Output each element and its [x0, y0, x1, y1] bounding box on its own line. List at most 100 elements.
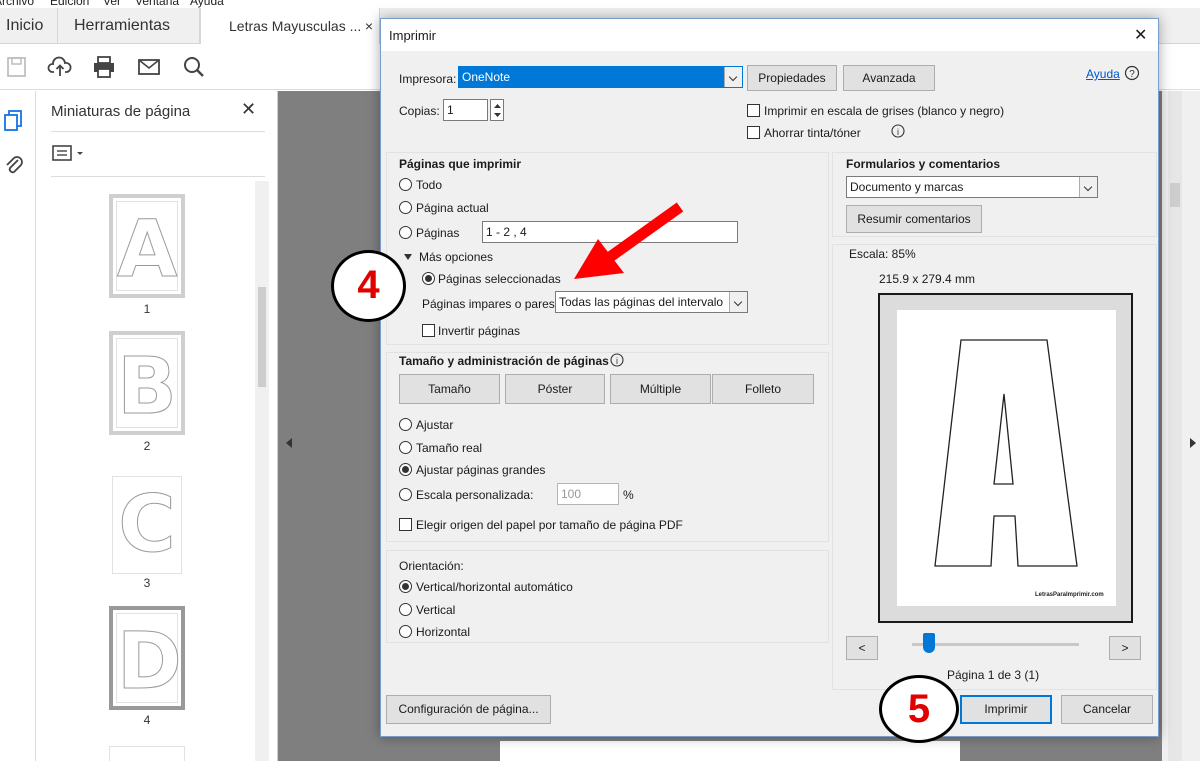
- email-icon[interactable]: [136, 55, 162, 79]
- help-link[interactable]: Ayuda: [1086, 67, 1120, 81]
- chevron-down-icon: [729, 292, 747, 312]
- grayscale-checkbox[interactable]: [747, 104, 760, 117]
- thumbnail-letter: A: [117, 205, 178, 296]
- tab-multiple[interactable]: Múltiple: [610, 374, 711, 404]
- custom-scale-input[interactable]: 100: [557, 483, 619, 505]
- radio-shrink-label: Ajustar páginas grandes: [416, 463, 546, 477]
- thumbnail-page-3[interactable]: C: [109, 473, 185, 577]
- tab-booklet[interactable]: Folleto: [712, 374, 814, 404]
- info-icon[interactable]: i: [610, 353, 624, 367]
- save-ink-label: Ahorrar tinta/tóner: [764, 126, 861, 140]
- scrollbar-thumb[interactable]: [258, 287, 266, 387]
- more-options-label[interactable]: Más opciones: [419, 250, 493, 264]
- copies-stepper[interactable]: [490, 99, 504, 121]
- page-setup-button[interactable]: Configuración de página...: [386, 695, 551, 724]
- tab-herramientas[interactable]: Herramientas: [58, 8, 200, 44]
- radio-auto-orientation-label: Vertical/horizontal automático: [416, 580, 573, 594]
- expand-right-icon[interactable]: [1188, 436, 1198, 450]
- advanced-button[interactable]: Avanzada: [843, 65, 935, 91]
- svg-text:i: i: [616, 356, 618, 366]
- collapse-triangle-icon[interactable]: [403, 253, 413, 261]
- comments-select[interactable]: Documento y marcas: [846, 176, 1098, 198]
- radio-all[interactable]: [399, 178, 412, 191]
- radio-shrink[interactable]: [399, 463, 412, 476]
- menu-ver[interactable]: Ver: [103, 0, 121, 8]
- collapse-left-icon[interactable]: [284, 436, 294, 450]
- tab-size[interactable]: Tamaño: [399, 374, 500, 404]
- thumbnail-page-5[interactable]: [109, 746, 185, 761]
- radio-fit[interactable]: [399, 418, 412, 431]
- preview-page: LetrasParaImprimir.com: [897, 310, 1116, 606]
- grayscale-label: Imprimir en escala de grises (blanco y n…: [764, 104, 1005, 118]
- svg-text:?: ?: [1129, 69, 1135, 80]
- copies-input[interactable]: 1: [443, 99, 488, 121]
- menu-ayuda[interactable]: Ayuda: [190, 0, 224, 8]
- radio-actual-size-label: Tamaño real: [416, 441, 483, 455]
- radio-current[interactable]: [399, 201, 412, 214]
- thumbnail-letter: C: [118, 480, 176, 571]
- print-icon[interactable]: [91, 55, 117, 79]
- search-icon[interactable]: [181, 55, 207, 79]
- page-thumbnails-icon[interactable]: [3, 109, 25, 133]
- attachment-icon[interactable]: [3, 153, 25, 177]
- tab-document[interactable]: Letras Mayusculas ... ×: [200, 8, 380, 44]
- thumbnail-page-1[interactable]: A: [109, 194, 185, 298]
- radio-pages[interactable]: [399, 226, 412, 239]
- radio-current-label: Página actual: [416, 201, 489, 215]
- properties-button[interactable]: Propiedades: [747, 65, 837, 91]
- chevron-down-icon[interactable]: [493, 112, 502, 119]
- radio-selected-pages[interactable]: [422, 272, 435, 285]
- orientation-title: Orientación:: [399, 559, 464, 573]
- menu-edicion[interactable]: Edición: [50, 0, 89, 8]
- document-page-edge: [500, 741, 960, 761]
- save-ink-checkbox[interactable]: [747, 126, 760, 139]
- radio-landscape[interactable]: [399, 625, 412, 638]
- tab-poster[interactable]: Póster: [505, 374, 605, 404]
- radio-all-label: Todo: [416, 178, 443, 192]
- help-icon[interactable]: ?: [1124, 65, 1140, 81]
- chevron-up-icon[interactable]: [493, 102, 502, 109]
- thumbnail-options-icon[interactable]: [51, 143, 87, 163]
- reverse-pages-checkbox[interactable]: [422, 324, 435, 337]
- preview-slider-track[interactable]: [912, 643, 1079, 646]
- radio-custom-scale[interactable]: [399, 488, 412, 501]
- preview-next-button[interactable]: >: [1109, 636, 1141, 660]
- thumbnail-page-4[interactable]: D: [109, 606, 185, 710]
- print-button[interactable]: Imprimir: [960, 695, 1052, 724]
- save-icon[interactable]: [4, 55, 30, 79]
- document-scrollbar[interactable]: [1168, 91, 1182, 761]
- upload-cloud-icon[interactable]: [47, 55, 73, 79]
- divider: [51, 176, 265, 177]
- scrollbar-thumb[interactable]: [1170, 183, 1180, 207]
- radio-auto-orientation[interactable]: [399, 580, 412, 593]
- paper-source-checkbox[interactable]: [399, 518, 412, 531]
- tab-inicio[interactable]: Inicio: [0, 8, 58, 44]
- comments-value: Documento y marcas: [850, 180, 964, 194]
- radio-actual-size[interactable]: [399, 441, 412, 454]
- thumbnails-close-icon[interactable]: ✕: [241, 99, 256, 120]
- chevron-down-icon: [1079, 177, 1097, 197]
- odd-even-value: Todas las páginas del intervalo: [559, 295, 724, 309]
- tab-document-label: Letras Mayusculas ...: [229, 18, 362, 34]
- menu-ventana[interactable]: Ventana: [135, 0, 179, 8]
- odd-even-label: Páginas impares o pares: [422, 297, 555, 311]
- print-dialog: Imprimir ✕ Impresora: OneNote Propiedade…: [380, 18, 1159, 737]
- summarize-comments-button[interactable]: Resumir comentarios: [846, 205, 982, 233]
- thumbnails-scrollbar[interactable]: [255, 181, 269, 761]
- chevron-down-icon: [724, 67, 742, 87]
- printer-select[interactable]: OneNote: [458, 66, 743, 88]
- step-5-badge: 5: [879, 675, 959, 743]
- tab-close-icon[interactable]: ×: [365, 8, 373, 44]
- right-panel-rail: [1162, 91, 1200, 761]
- divider: [51, 131, 265, 132]
- menu-archivo[interactable]: Archivo: [0, 0, 34, 8]
- info-icon[interactable]: i: [891, 124, 905, 138]
- preview-slider-thumb[interactable]: [922, 633, 935, 653]
- radio-portrait[interactable]: [399, 603, 412, 616]
- percent-label: %: [623, 488, 634, 502]
- preview-watermark: LetrasParaImprimir.com: [1035, 592, 1104, 598]
- cancel-button[interactable]: Cancelar: [1061, 695, 1153, 724]
- preview-prev-button[interactable]: <: [846, 636, 878, 660]
- thumbnail-page-2[interactable]: B: [109, 331, 185, 435]
- dialog-close-icon[interactable]: ✕: [1134, 25, 1147, 45]
